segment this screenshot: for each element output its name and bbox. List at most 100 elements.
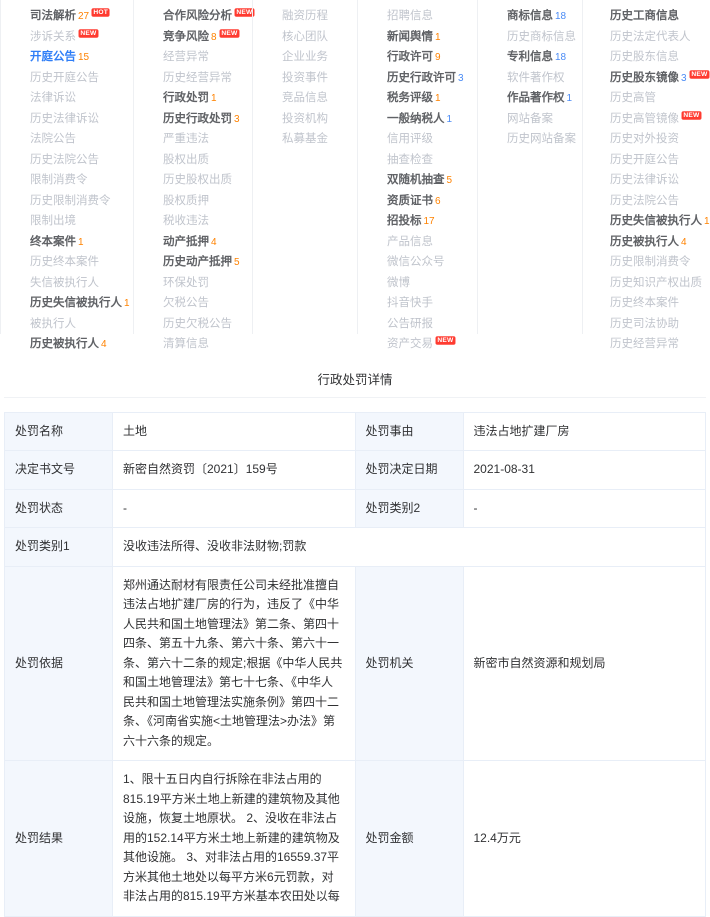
menu-item-operation-5[interactable]: 一般纳税人 1 bbox=[387, 109, 473, 130]
menu-item-risk-14[interactable]: 欠税公告 bbox=[163, 293, 248, 314]
menu-item-label: 竞品信息 bbox=[282, 92, 328, 104]
menu-item-history-0[interactable]: 历史工商信息 bbox=[610, 6, 706, 27]
menu-item-history-1[interactable]: 历史法定代表人 bbox=[610, 27, 706, 48]
menu-item-ip-2[interactable]: 专利信息 18 bbox=[507, 47, 578, 68]
menu-item-count: 1 bbox=[435, 93, 441, 104]
menu-item-risk-4[interactable]: 行政处罚 1 bbox=[163, 88, 248, 109]
table-row: 处罚依据 郑州通达耐材有限责任公司未经批准擅自违法占地扩建厂房的行为，违反了《中华… bbox=[4, 566, 706, 761]
row-label-right: 处罚事由 bbox=[355, 412, 464, 451]
menu-item-history-4[interactable]: 历史高管 bbox=[610, 88, 706, 109]
menu-item-judicial-10[interactable]: 限制出境 bbox=[30, 211, 129, 232]
menu-item-history-16[interactable]: 历史经营异常 bbox=[610, 334, 706, 355]
menu-item-investment-5[interactable]: 投资机构 bbox=[282, 109, 353, 130]
menu-item-judicial-6[interactable]: 法院公告 bbox=[30, 129, 129, 150]
menu-item-risk-0[interactable]: 合作风险分析 NEW bbox=[163, 6, 255, 27]
menu-item-ip-1[interactable]: 历史商标信息 bbox=[507, 27, 578, 48]
menu-item-history-5[interactable]: 历史高管镜像 NEW bbox=[610, 109, 706, 130]
menu-item-operation-1[interactable]: 新闻舆情 1 bbox=[387, 27, 473, 48]
menu-item-risk-10[interactable]: 税收违法 bbox=[163, 211, 248, 232]
menu-item-operation-16[interactable]: 资产交易 NEW bbox=[387, 334, 473, 355]
menu-item-ip-0[interactable]: 商标信息 18 bbox=[507, 6, 578, 27]
menu-item-ip-6[interactable]: 历史网站备案 bbox=[507, 129, 578, 150]
menu-item-count: 5 bbox=[234, 257, 240, 268]
row-label-left: 处罚名称 bbox=[4, 412, 113, 451]
menu-item-history-15[interactable]: 历史司法协助 bbox=[610, 314, 706, 335]
menu-item-judicial-8[interactable]: 限制消费令 bbox=[30, 170, 129, 191]
menu-item-operation-3[interactable]: 历史行政许可 3 bbox=[387, 68, 473, 89]
menu-item-judicial-4[interactable]: 法律诉讼 bbox=[30, 88, 129, 109]
menu-item-judicial-11[interactable]: 终本案件 1 bbox=[30, 232, 129, 253]
menu-item-judicial-12[interactable]: 历史终本案件 bbox=[30, 252, 129, 273]
menu-item-investment-2[interactable]: 企业业务 bbox=[282, 47, 353, 68]
menu-item-operation-11[interactable]: 产品信息 bbox=[387, 232, 473, 253]
menu-item-history-9[interactable]: 历史法院公告 bbox=[610, 191, 706, 212]
menu-item-risk-16[interactable]: 清算信息 bbox=[163, 334, 248, 355]
menu-item-history-13[interactable]: 历史知识产权出质 bbox=[610, 273, 706, 294]
menu-item-label: 企业业务 bbox=[282, 51, 328, 63]
row-label-right: 处罚决定日期 bbox=[355, 450, 464, 490]
menu-item-operation-7[interactable]: 抽查检查 bbox=[387, 150, 473, 171]
menu-item-investment-6[interactable]: 私募基金 bbox=[282, 129, 353, 150]
menu-item-label: 开庭公告 bbox=[30, 51, 76, 63]
badge-new-icon: NEW bbox=[435, 336, 456, 345]
menu-item-judicial-0[interactable]: 司法解析 27 HOT bbox=[30, 6, 129, 27]
menu-item-operation-14[interactable]: 抖音快手 bbox=[387, 293, 473, 314]
menu-item-operation-12[interactable]: 微信公众号 bbox=[387, 252, 473, 273]
menu-item-judicial-2[interactable]: 开庭公告 15 bbox=[30, 47, 129, 68]
menu-item-risk-2[interactable]: 经营异常 bbox=[163, 47, 248, 68]
menu-item-operation-4[interactable]: 税务评级 1 bbox=[387, 88, 473, 109]
menu-item-judicial-5[interactable]: 历史法律诉讼 bbox=[30, 109, 129, 130]
menu-item-investment-1[interactable]: 核心团队 bbox=[282, 27, 353, 48]
menu-item-investment-3[interactable]: 投资事件 bbox=[282, 68, 353, 89]
menu-item-risk-9[interactable]: 股权质押 bbox=[163, 191, 248, 212]
menu-item-history-11[interactable]: 历史被执行人 4 bbox=[610, 232, 706, 253]
menu-item-judicial-3[interactable]: 历史开庭公告 bbox=[30, 68, 129, 89]
row-value-left: 没收违法所得、没收非法财物;罚款 bbox=[112, 527, 706, 567]
menu-item-ip-5[interactable]: 网站备案 bbox=[507, 109, 578, 130]
menu-item-risk-15[interactable]: 历史欠税公告 bbox=[163, 314, 248, 335]
menu-item-judicial-9[interactable]: 历史限制消费令 bbox=[30, 191, 129, 212]
menu-item-risk-8[interactable]: 历史股权出质 bbox=[163, 170, 248, 191]
menu-item-history-7[interactable]: 历史开庭公告 bbox=[610, 150, 706, 171]
menu-item-risk-12[interactable]: 历史动产抵押 5 bbox=[163, 252, 248, 273]
menu-item-judicial-15[interactable]: 被执行人 bbox=[30, 314, 129, 335]
menu-item-operation-15[interactable]: 公告研报 bbox=[387, 314, 473, 335]
menu-item-operation-13[interactable]: 微博 bbox=[387, 273, 473, 294]
menu-item-label: 历史网站备案 bbox=[507, 133, 576, 145]
menu-item-judicial-13[interactable]: 失信被执行人 bbox=[30, 273, 129, 294]
menu-item-history-6[interactable]: 历史对外投资 bbox=[610, 129, 706, 150]
menu-item-operation-6[interactable]: 信用评级 bbox=[387, 129, 473, 150]
menu-item-history-2[interactable]: 历史股东信息 bbox=[610, 47, 706, 68]
menu-item-count: 3 bbox=[234, 113, 240, 125]
menu-item-label: 欠税公告 bbox=[163, 297, 209, 309]
menu-item-history-10[interactable]: 历史失信被执行人 1 bbox=[610, 211, 710, 232]
menu-item-risk-13[interactable]: 环保处罚 bbox=[163, 273, 248, 294]
menu-item-judicial-16[interactable]: 历史被执行人 4 bbox=[30, 334, 129, 355]
menu-item-history-14[interactable]: 历史终本案件 bbox=[610, 293, 706, 314]
menu-item-risk-3[interactable]: 历史经营异常 bbox=[163, 68, 248, 89]
menu-item-history-8[interactable]: 历史法律诉讼 bbox=[610, 170, 706, 191]
menu-item-operation-2[interactable]: 行政许可 9 bbox=[387, 47, 473, 68]
menu-item-ip-4[interactable]: 作品著作权 1 bbox=[507, 88, 578, 109]
menu-item-investment-4[interactable]: 竞品信息 bbox=[282, 88, 353, 109]
menu-item-risk-1[interactable]: 竞争风险 8 NEW bbox=[163, 27, 248, 48]
menu-item-risk-11[interactable]: 动产抵押 4 bbox=[163, 232, 248, 253]
menu-item-judicial-7[interactable]: 历史法院公告 bbox=[30, 150, 129, 171]
menu-item-judicial-1[interactable]: 涉诉关系 NEW bbox=[30, 27, 129, 48]
menu-item-risk-5[interactable]: 历史行政处罚 3 bbox=[163, 109, 248, 130]
menu-item-label: 严重违法 bbox=[163, 133, 209, 145]
menu-item-label: 产品信息 bbox=[387, 235, 433, 248]
menu-item-investment-0[interactable]: 融资历程 bbox=[282, 6, 353, 27]
menu-item-risk-7[interactable]: 股权出质 bbox=[163, 150, 248, 171]
menu-item-judicial-14[interactable]: 历史失信被执行人 1 bbox=[30, 293, 130, 314]
menu-item-operation-9[interactable]: 资质证书 6 bbox=[387, 191, 473, 212]
menu-item-operation-8[interactable]: 双随机抽查 5 bbox=[387, 170, 473, 191]
menu-item-operation-0[interactable]: 招聘信息 bbox=[387, 6, 473, 27]
menu-item-ip-3[interactable]: 软件著作权 bbox=[507, 68, 578, 89]
menu-item-history-3[interactable]: 历史股东镜像 3 NEW bbox=[610, 68, 709, 89]
menu-item-operation-10[interactable]: 招投标 17 bbox=[387, 211, 473, 232]
menu-column-investment: 融资历程 核心团队企业业务投资事件竞品信息投资机构 私募基金 bbox=[252, 0, 357, 355]
menu-item-risk-6[interactable]: 严重违法 bbox=[163, 129, 248, 150]
menu-item-history-12[interactable]: 历史限制消费令 bbox=[610, 252, 706, 273]
row-value-right: 新密市自然资源和规划局 bbox=[463, 566, 706, 761]
